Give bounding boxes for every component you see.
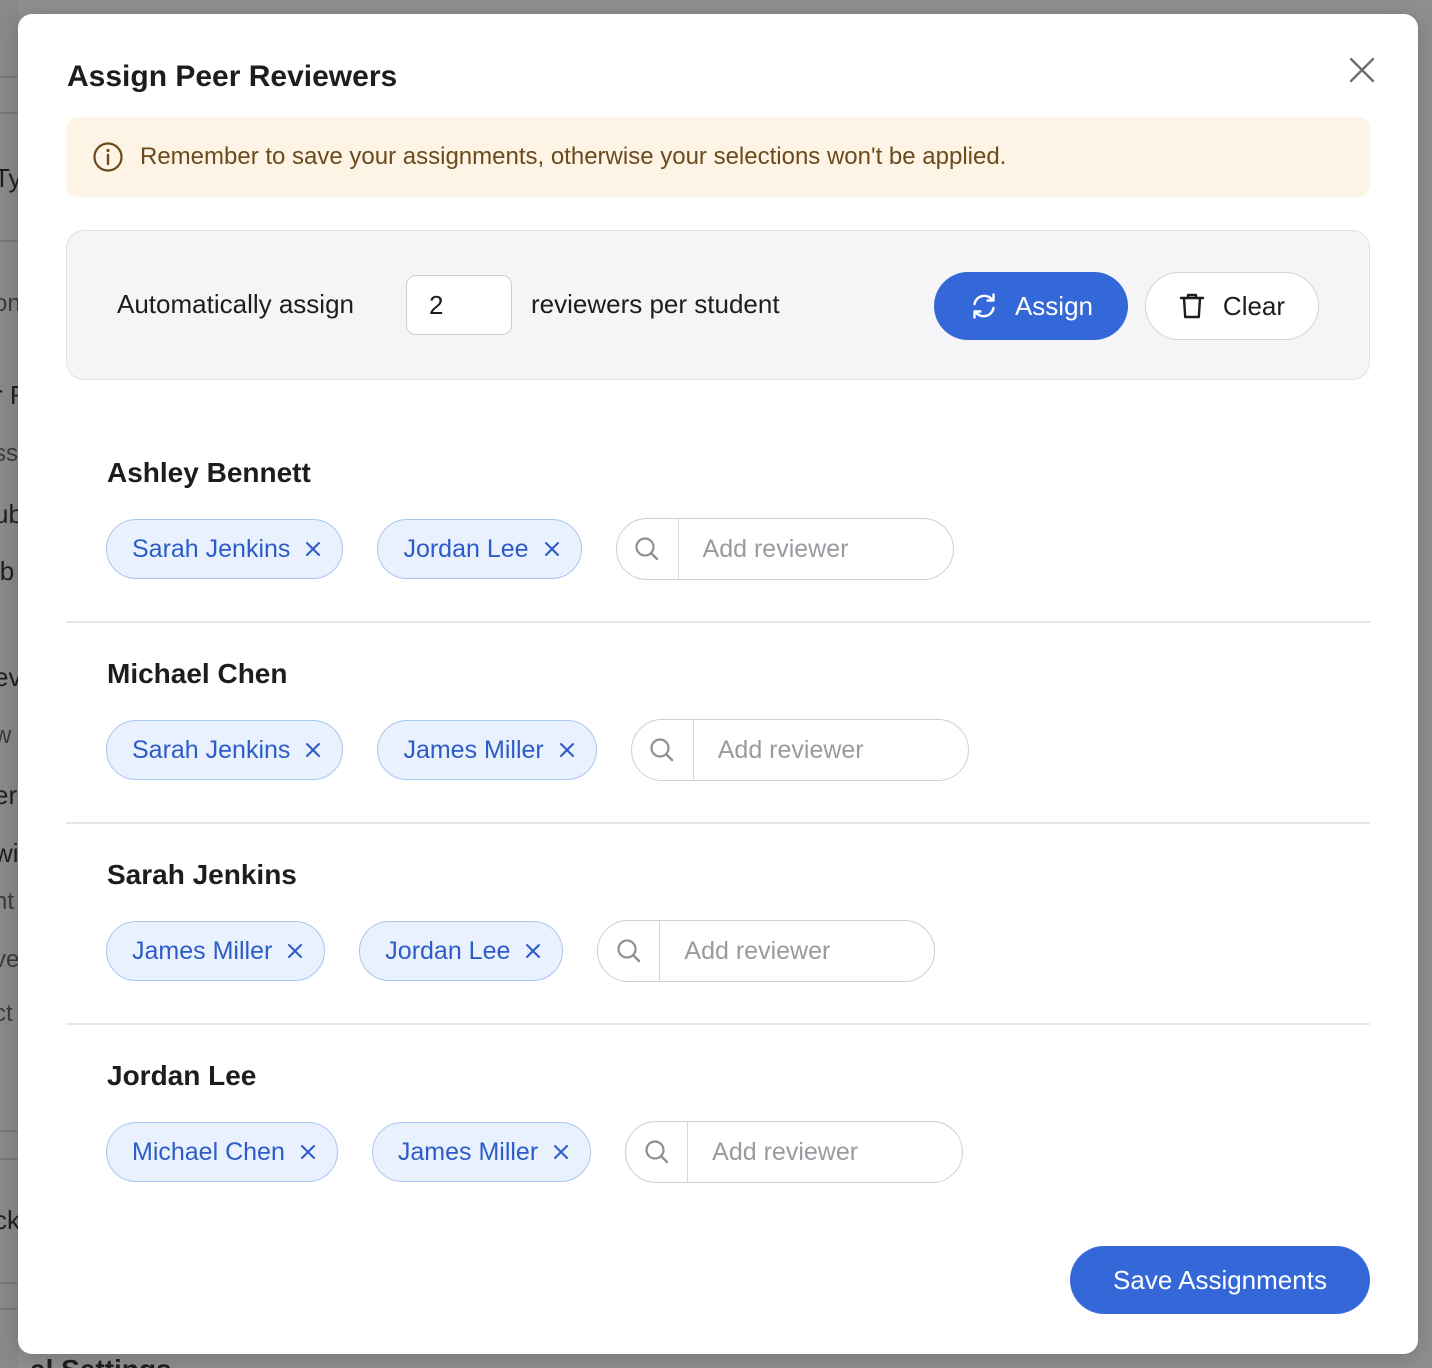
add-reviewer-search [617, 519, 679, 579]
clear-button[interactable]: Clear [1145, 272, 1319, 340]
background-text: w [0, 722, 12, 749]
student-assignment-row: Sarah Jenkins James Miller Jordan Lee [66, 824, 1370, 1025]
remove-reviewer-icon[interactable] [522, 940, 544, 962]
student-name: Jordan Lee [107, 1060, 257, 1091]
add-reviewer-input[interactable] [660, 935, 927, 967]
reviewer-chip: Michael Chen [106, 1122, 338, 1182]
remove-reviewer-icon[interactable] [297, 1141, 319, 1163]
remove-reviewer-icon[interactable] [284, 940, 306, 962]
reviewer-chip: Sarah Jenkins [106, 519, 344, 579]
reviewer-chip: Jordan Lee [377, 519, 582, 579]
add-reviewer-search [632, 720, 694, 780]
reviewer-chip-label: Michael Chen [132, 1137, 285, 1166]
student-name: Michael Chen [107, 658, 288, 689]
reviewer-list: Michael Chen James Miller [106, 1121, 964, 1183]
add-reviewer-input[interactable] [678, 533, 945, 565]
background-divider [0, 76, 18, 78]
reviewer-chip: James Miller [106, 921, 326, 981]
save-reminder-notice: Remember to save your assignments, other… [66, 117, 1370, 197]
reviewer-chip-label: Jordan Lee [403, 534, 529, 563]
search-icon [645, 1140, 668, 1164]
assign-reviewers-modal: Assign Peer Reviewers Remember to save y… [18, 14, 1418, 1354]
reviewer-list: James Miller Jordan Lee [106, 920, 936, 982]
reviewer-list: Sarah Jenkins Jordan Lee [106, 518, 954, 580]
add-reviewer-field [615, 518, 954, 580]
auto-assign-panel: Automatically assign reviewers per stude… [66, 230, 1370, 380]
refresh-icon [973, 293, 995, 319]
student-assignment-row: Jordan Lee Michael Chen James Miller [66, 1025, 1370, 1226]
remove-reviewer-icon[interactable] [541, 538, 563, 560]
close-button[interactable] [1344, 52, 1380, 88]
background-text: Ty [0, 163, 18, 193]
add-reviewer-search [626, 1122, 689, 1182]
background-text: er- [0, 780, 18, 810]
notice-text: Remember to save your assignments, other… [140, 143, 1007, 170]
clear-button-label: Clear [1222, 290, 1286, 321]
reviewer-chip: James Miller [371, 1122, 592, 1182]
remove-reviewer-icon[interactable] [550, 1141, 572, 1163]
background-text: on [0, 290, 18, 317]
auto-assign-suffix: reviewers per student [531, 289, 780, 319]
modal-title: Assign Peer Reviewers [67, 60, 398, 93]
background-text: nt [0, 888, 15, 915]
background-section-title: al Settings [30, 1354, 172, 1368]
reviewer-chip-label: Sarah Jenkins [132, 735, 291, 764]
save-assignments-button[interactable]: Save Assignments [1070, 1246, 1370, 1314]
student-name: Sarah Jenkins [107, 859, 297, 890]
student-name: Ashley Bennett [107, 457, 311, 488]
reviewer-chip: Sarah Jenkins [106, 720, 344, 780]
reviewer-chip-label: James Miller [397, 1137, 539, 1166]
background-divider [0, 1158, 18, 1160]
background-divider [0, 112, 18, 114]
info-circle-icon [93, 142, 123, 172]
reviewer-chip-label: James Miller [403, 735, 544, 764]
background-text: ck [0, 1205, 18, 1235]
background-text: wi [0, 838, 18, 868]
reviewer-chip: Jordan Lee [359, 921, 564, 981]
background-strip: Ty on r R ss ub ib ev w er- wi nt ve ct … [0, 0, 18, 1368]
reviewer-chip-label: James Miller [132, 936, 273, 965]
assign-button[interactable]: Assign [934, 272, 1128, 340]
close-icon [1349, 57, 1375, 83]
assign-button-label: Assign [1014, 290, 1094, 321]
search-icon [650, 738, 674, 762]
add-reviewer-field [597, 920, 936, 982]
background-text: ve [0, 946, 18, 973]
remove-reviewer-icon[interactable] [302, 538, 324, 560]
reviewer-chip: James Miller [377, 720, 597, 780]
add-reviewer-input[interactable] [693, 734, 960, 766]
background-text: r R [0, 380, 18, 411]
reviewers-count-input[interactable] [406, 275, 512, 335]
search-icon [635, 537, 659, 561]
add-reviewer-input[interactable] [688, 1136, 955, 1168]
reviewer-list: Sarah Jenkins James Miller [106, 719, 969, 781]
background-text: ub [0, 499, 18, 529]
save-assignments-label: Save Assignments [1113, 1264, 1327, 1295]
reviewer-chip-label: Jordan Lee [385, 936, 511, 965]
background-divider [0, 240, 18, 242]
trash-icon [1179, 293, 1205, 319]
background-text: ss [0, 440, 18, 467]
background-text: ev [0, 662, 18, 692]
background-divider [0, 1130, 18, 1132]
background-text: ib [0, 556, 15, 586]
remove-reviewer-icon[interactable] [556, 739, 578, 761]
student-assignment-row: Michael Chen Sarah Jenkins James Miller [66, 623, 1370, 824]
add-reviewer-field [630, 719, 969, 781]
background-divider [0, 1308, 18, 1310]
student-assignment-row: Ashley Bennett Sarah Jenkins Jordan Lee [66, 422, 1370, 623]
add-reviewer-search [598, 921, 661, 981]
background-text: ct [0, 1000, 13, 1027]
auto-assign-label: Automatically assign [117, 289, 354, 319]
search-icon [617, 939, 641, 963]
add-reviewer-field [625, 1121, 964, 1183]
background-divider [0, 1282, 18, 1284]
reviewer-chip-label: Sarah Jenkins [132, 534, 291, 563]
remove-reviewer-icon[interactable] [302, 739, 324, 761]
